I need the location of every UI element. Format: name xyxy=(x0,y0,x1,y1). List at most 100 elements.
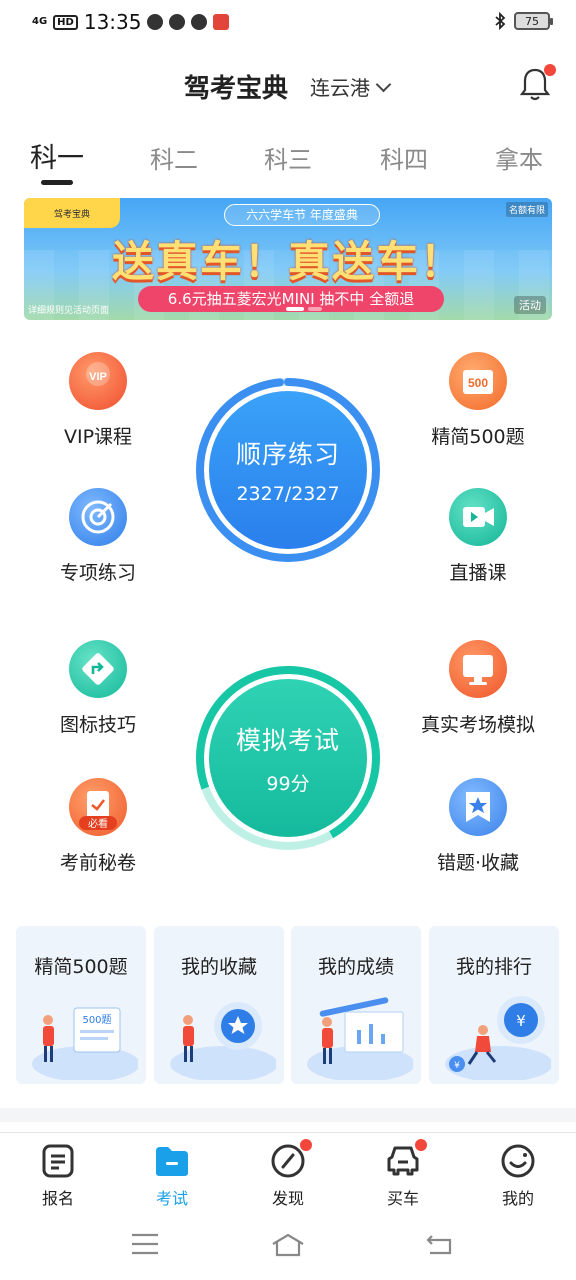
tab-subject-1[interactable]: 科一 xyxy=(30,136,84,175)
pre-exam-paper-entry[interactable]: 必看 考前秘卷 xyxy=(18,778,178,875)
smile-icon xyxy=(500,1143,536,1179)
back-icon[interactable] xyxy=(424,1232,454,1256)
menu-icon[interactable] xyxy=(130,1232,160,1256)
banner-ad-tag: 活动 xyxy=(514,296,546,314)
network-indicator: 4G xyxy=(32,16,48,27)
banner-logo-text: 驾考宝典 xyxy=(53,209,90,220)
battery-indicator: 75 xyxy=(514,12,553,30)
exam-paper-illustration: 500题 xyxy=(32,1007,138,1080)
app-notification-icon xyxy=(213,14,230,30)
clipboard-icon: 必看 xyxy=(69,778,127,836)
svg-text:¥: ¥ xyxy=(454,1061,460,1071)
exam-title: 模拟考试 xyxy=(235,725,340,755)
form-icon xyxy=(40,1143,76,1179)
bluetooth-icon xyxy=(495,12,506,30)
nav-discover-label: 发现 xyxy=(271,1189,304,1208)
city-label: 连云港 xyxy=(310,76,370,100)
fan-icon xyxy=(169,14,186,30)
sequential-practice-button[interactable]: 顺序练习 2327/2327 xyxy=(195,377,381,563)
concise-500-entry[interactable]: 500 精简500题 xyxy=(398,352,558,449)
vip-course-entry[interactable]: VIP VIP课程 xyxy=(18,352,178,449)
nav-discover[interactable]: 发现 xyxy=(248,1139,328,1209)
city-selector[interactable]: 连云港 xyxy=(310,72,392,101)
notification-bell-button[interactable] xyxy=(518,64,556,102)
500-icon: 500 xyxy=(449,352,507,410)
sign-tips-label: 图标技巧 xyxy=(59,714,136,736)
card-illu-text: 500题 xyxy=(82,1014,111,1026)
ranking-coin-illustration: ¥ ¥ xyxy=(445,996,551,1080)
banner-headline: 送真车！真送车！ xyxy=(111,237,464,286)
chevron-down-icon xyxy=(375,76,392,93)
card-title: 精简500题 xyxy=(34,956,128,978)
monitor-icon xyxy=(449,640,507,698)
promo-banner[interactable]: 驾考宝典 六六学车节 年度盛典 名额有限 送真车！真送车！ 6.6元抽五菱宏光M… xyxy=(24,198,552,320)
practice-circle-face: 顺序练习 2327/2327 xyxy=(209,391,367,549)
bookmark-star-icon xyxy=(449,778,507,836)
status-time: 13:35 xyxy=(83,10,142,34)
system-navigation-bar xyxy=(0,1212,576,1280)
pre-exam-paper-label: 考前秘卷 xyxy=(59,852,136,874)
nav-exam[interactable]: 考试 xyxy=(132,1143,212,1209)
banner-pager xyxy=(286,307,322,311)
concise-500-label: 精简500题 xyxy=(431,426,525,448)
500-icon-text: 500 xyxy=(468,376,488,390)
mistakes-favorites-label: 错题·收藏 xyxy=(436,852,520,874)
nav-signup-label: 报名 xyxy=(41,1189,74,1208)
folder-icon xyxy=(154,1143,190,1179)
vip-course-label: VIP课程 xyxy=(63,426,133,448)
app-header: 驾考宝典 连云港 xyxy=(0,60,576,110)
practice-title: 顺序练习 xyxy=(235,440,340,469)
buy-car-notification-dot xyxy=(415,1139,427,1151)
tab-subject-4[interactable]: 科四 xyxy=(380,140,428,175)
tab-get-license[interactable]: 拿本 xyxy=(495,140,543,175)
car-icon xyxy=(385,1139,427,1179)
card-title: 我的成绩 xyxy=(317,956,394,978)
target-icon xyxy=(69,488,127,546)
live-course-label: 直播课 xyxy=(449,562,507,584)
banner-rules-note: 详细规则见活动页面 xyxy=(28,306,110,316)
sign-tips-entry[interactable]: 图标技巧 xyxy=(18,640,178,737)
exam-circle-face: 模拟考试 99分 xyxy=(209,679,367,837)
active-tab-indicator xyxy=(41,180,73,185)
must-see-badge: 必看 xyxy=(88,817,108,830)
real-exam-sim-label: 真实考场模拟 xyxy=(420,714,535,736)
banner-tagline: 六六学车节 年度盛典 xyxy=(224,204,380,226)
nav-exam-label: 考试 xyxy=(155,1189,188,1208)
card-title: 我的收藏 xyxy=(180,956,257,978)
card-my-ranking[interactable]: 我的排行 ¥ ¥ xyxy=(429,926,559,1084)
nav-mine[interactable]: 我的 xyxy=(478,1143,558,1209)
hd-badge: HD xyxy=(53,14,78,30)
tab-subject-2[interactable]: 科二 xyxy=(150,140,198,175)
nav-signup[interactable]: 报名 xyxy=(18,1143,98,1209)
special-practice-entry[interactable]: 专项练习 xyxy=(18,488,178,585)
favorites-star-illustration xyxy=(170,1002,276,1080)
home-icon[interactable] xyxy=(270,1232,306,1258)
scores-chart-illustration xyxy=(307,997,413,1080)
tab-subject-3[interactable]: 科三 xyxy=(264,140,312,175)
nav-buy-car-label: 买车 xyxy=(386,1189,419,1208)
subject-tabs: 科一 科二 科三 科四 拿本 xyxy=(0,136,576,186)
card-my-favorites[interactable]: 我的收藏 xyxy=(154,926,284,1084)
bottom-navigation: 报名 考试 发现 买车 我的 xyxy=(0,1132,576,1212)
card-concise-500[interactable]: 精简500题 500题 xyxy=(16,926,146,1084)
video-icon xyxy=(449,488,507,546)
mock-exam-button[interactable]: 模拟考试 99分 xyxy=(195,665,381,851)
nav-buy-car[interactable]: 买车 xyxy=(363,1139,443,1209)
banner-logo: 驾考宝典 xyxy=(24,198,120,228)
live-course-entry[interactable]: 直播课 xyxy=(398,488,558,585)
exam-score-text: 99分 xyxy=(266,772,310,795)
cloud-icon xyxy=(147,14,164,30)
card-title: 我的排行 xyxy=(455,956,532,978)
card-my-scores[interactable]: 我的成绩 xyxy=(291,926,421,1084)
notification-dot xyxy=(544,64,556,76)
vip-icon: VIP xyxy=(69,352,127,410)
svg-text:VIP: VIP xyxy=(89,371,107,383)
svg-text:¥: ¥ xyxy=(516,1012,526,1030)
nav-mine-label: 我的 xyxy=(501,1189,534,1208)
clock-icon xyxy=(191,14,208,30)
mistakes-favorites-entry[interactable]: 错题·收藏 xyxy=(398,778,558,875)
real-exam-sim-entry[interactable]: 真实考场模拟 xyxy=(398,640,558,737)
status-bar: 4G HD 13:35 75 xyxy=(0,0,576,44)
practice-progress-text: 2327/2327 xyxy=(236,483,340,505)
section-separator xyxy=(0,1108,576,1122)
